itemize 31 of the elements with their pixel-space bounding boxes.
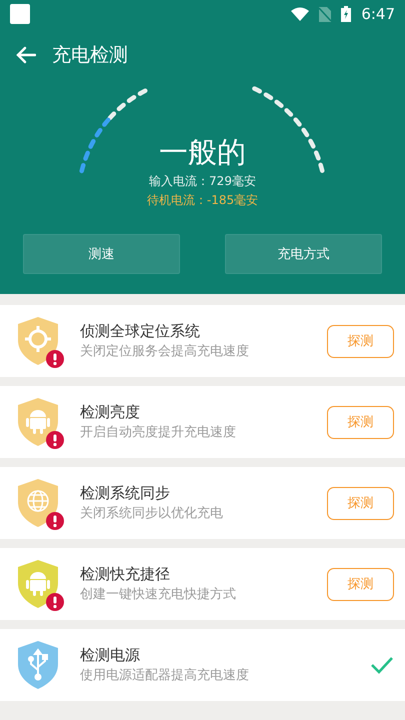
page-title: 充电检测 [52,43,128,68]
speed-test-button[interactable]: 测速 [23,234,180,274]
input-current: 输入电流：729毫安 [149,173,256,190]
check-description: 创建一键快速充电快捷方式 [80,586,237,604]
shield-icon [16,640,60,690]
no-sim-icon [319,6,332,22]
check-description: 关闭系统同步以优化充电 [80,505,224,523]
check-title: 检测系统同步 [80,483,171,504]
check-description: 使用电源适配器提高充电速度 [80,667,250,685]
shield-icon [16,316,60,366]
probe-button[interactable]: 探测 [327,406,394,438]
wifi-icon [291,7,310,21]
probe-button[interactable]: 探测 [327,486,394,520]
standby-current: 待机电流：-185毫安 [146,192,258,209]
check-title: 检测快充捷径 [80,564,171,585]
check-description: 关闭定位服务会提高充电速度 [80,343,250,361]
charging-status: 一般的 [159,134,246,170]
battery-charging-icon [341,6,352,22]
shield-icon [16,478,60,528]
charging-mode-button[interactable]: 充电方式 [225,234,382,274]
back-arrow-icon[interactable] [16,46,36,64]
shield-icon [16,397,60,447]
check-title: 检测亮度 [80,402,141,423]
shield-icon [16,559,60,609]
check-title: 侦测全球定位系统 [80,321,201,342]
probe-button[interactable]: 探测 [327,568,394,600]
clock-time: 6:47 [361,5,395,23]
notification-icon [10,4,30,24]
check-description: 开启自动亮度提升充电速度 [80,424,237,442]
probe-button[interactable]: 探测 [327,324,394,358]
check-title: 检测电源 [80,645,141,666]
